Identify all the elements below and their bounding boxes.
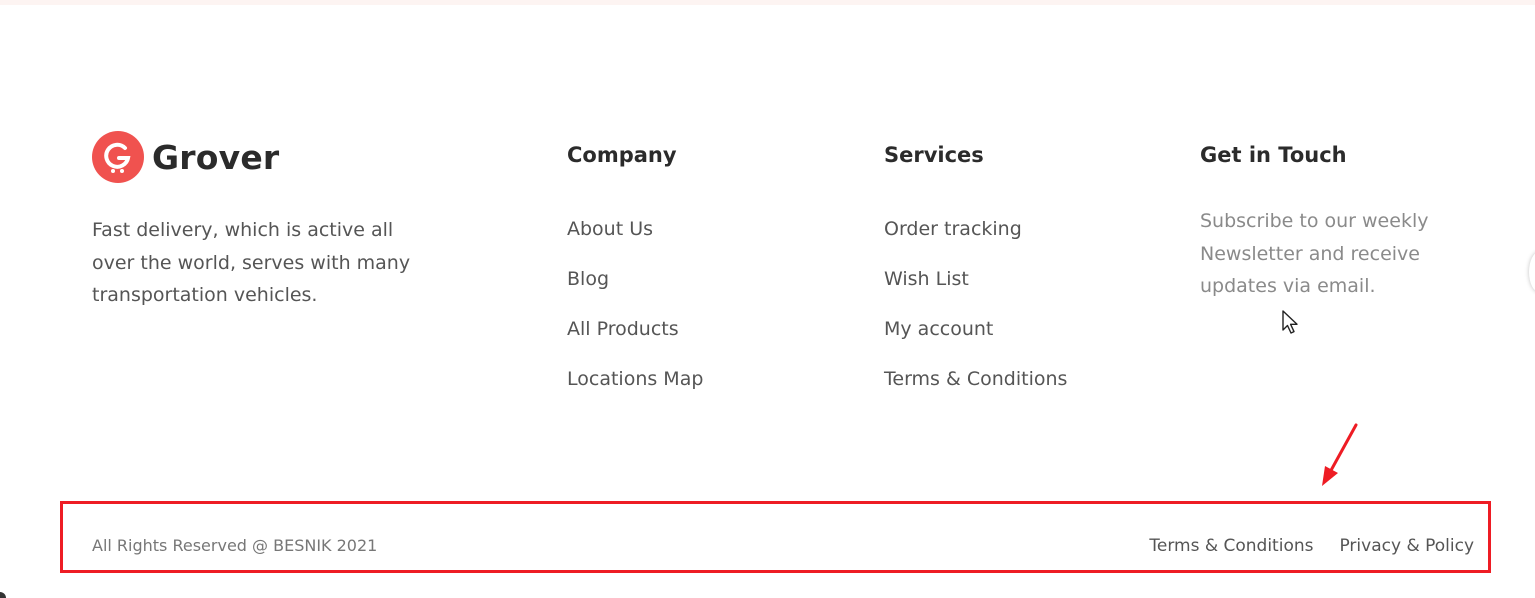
footer-link-my-account[interactable]: My account: [884, 314, 1067, 364]
services-column: Services Order tracking Wish List My acc…: [884, 140, 1067, 390]
about-text: Fast delivery, which is active all over …: [92, 219, 411, 306]
footer-bottom-links: Terms & Conditions Privacy & Policy: [1149, 533, 1474, 559]
footer-link-all-products[interactable]: All Products: [567, 314, 703, 364]
footer-link-wish-list[interactable]: Wish List: [884, 264, 1067, 314]
brand-name: Grover: [152, 137, 280, 177]
company-column: Company About Us Blog All Products Locat…: [567, 140, 703, 390]
top-strip: [0, 0, 1535, 5]
newsletter-text: Subscribe to our weekly Newsletter and r…: [1200, 210, 1429, 297]
window-corner: [0, 592, 6, 598]
mouse-cursor-icon: [1282, 310, 1298, 334]
scroll-to-top-button[interactable]: [1529, 252, 1535, 292]
get-in-touch-title: Get in Touch: [1200, 143, 1347, 167]
brand[interactable]: Grover: [92, 131, 279, 183]
red-annotation-arrow-icon: [1322, 423, 1358, 486]
get-in-touch-column: Get in Touch Subscribe to our weekly New…: [1200, 140, 1428, 297]
footer-bottom-link-terms[interactable]: Terms & Conditions: [1149, 533, 1313, 559]
services-title: Services: [884, 143, 984, 167]
footer-link-terms-conditions[interactable]: Terms & Conditions: [884, 364, 1067, 414]
footer-link-order-tracking[interactable]: Order tracking: [884, 214, 1067, 264]
company-title: Company: [567, 143, 677, 167]
copyright-text: All Rights Reserved @ BESNIK 2021: [92, 536, 378, 555]
footer-link-about-us[interactable]: About Us: [567, 214, 703, 264]
footer-link-locations-map[interactable]: Locations Map: [567, 364, 703, 414]
footer-link-blog[interactable]: Blog: [567, 264, 703, 314]
footer-bottom-link-privacy[interactable]: Privacy & Policy: [1339, 533, 1474, 559]
grover-cart-logo-icon: [92, 131, 144, 183]
